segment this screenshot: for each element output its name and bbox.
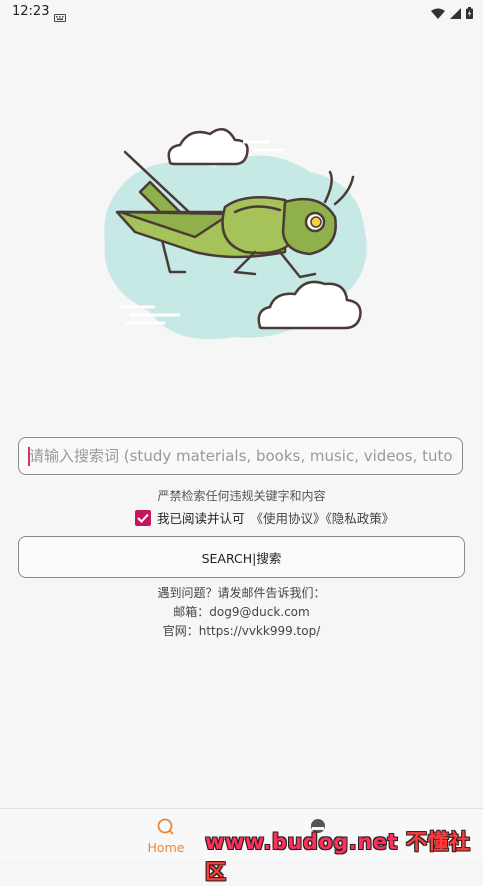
- contact-website: 官网：https://vvkk999.top/: [162, 624, 321, 638]
- keyboard-icon: [54, 7, 66, 26]
- status-time: 12:23: [12, 4, 50, 19]
- watermark-url: www.budog.net: [205, 830, 399, 854]
- search-icon: [157, 818, 174, 835]
- contact-email: 邮箱：dog9@duck.com: [173, 605, 310, 619]
- cellular-signal-icon: [450, 4, 461, 23]
- notice-text: 严禁检索任何违规关键字和内容: [157, 489, 326, 503]
- search-button[interactable]: SEARCH|搜索: [18, 536, 465, 578]
- search-field-container[interactable]: [18, 437, 463, 475]
- search-input[interactable]: [19, 438, 462, 474]
- wifi-icon: [431, 4, 445, 23]
- nav-home-label: Home: [147, 840, 185, 855]
- checkmark-icon: [137, 513, 149, 523]
- status-bar: 12:23: [0, 0, 483, 24]
- agreement-policy-links[interactable]: 《使用协议》《隐私政策》: [251, 508, 395, 527]
- grasshopper-illustration: [95, 112, 380, 352]
- nav-item-home[interactable]: Home: [138, 817, 194, 855]
- agreement-checkbox[interactable]: [135, 509, 151, 526]
- watermark: www.budog.net 不懂社区: [205, 826, 483, 886]
- agreement-label: 我已阅读并认可: [157, 511, 245, 526]
- text-cursor: [28, 447, 30, 466]
- battery-icon: [466, 4, 473, 23]
- agreement-row[interactable]: 我已阅读并认可 《使用协议》《隐私政策》: [135, 508, 394, 527]
- contact-prompt: 遇到问题？请发邮件告诉我们：: [157, 586, 326, 600]
